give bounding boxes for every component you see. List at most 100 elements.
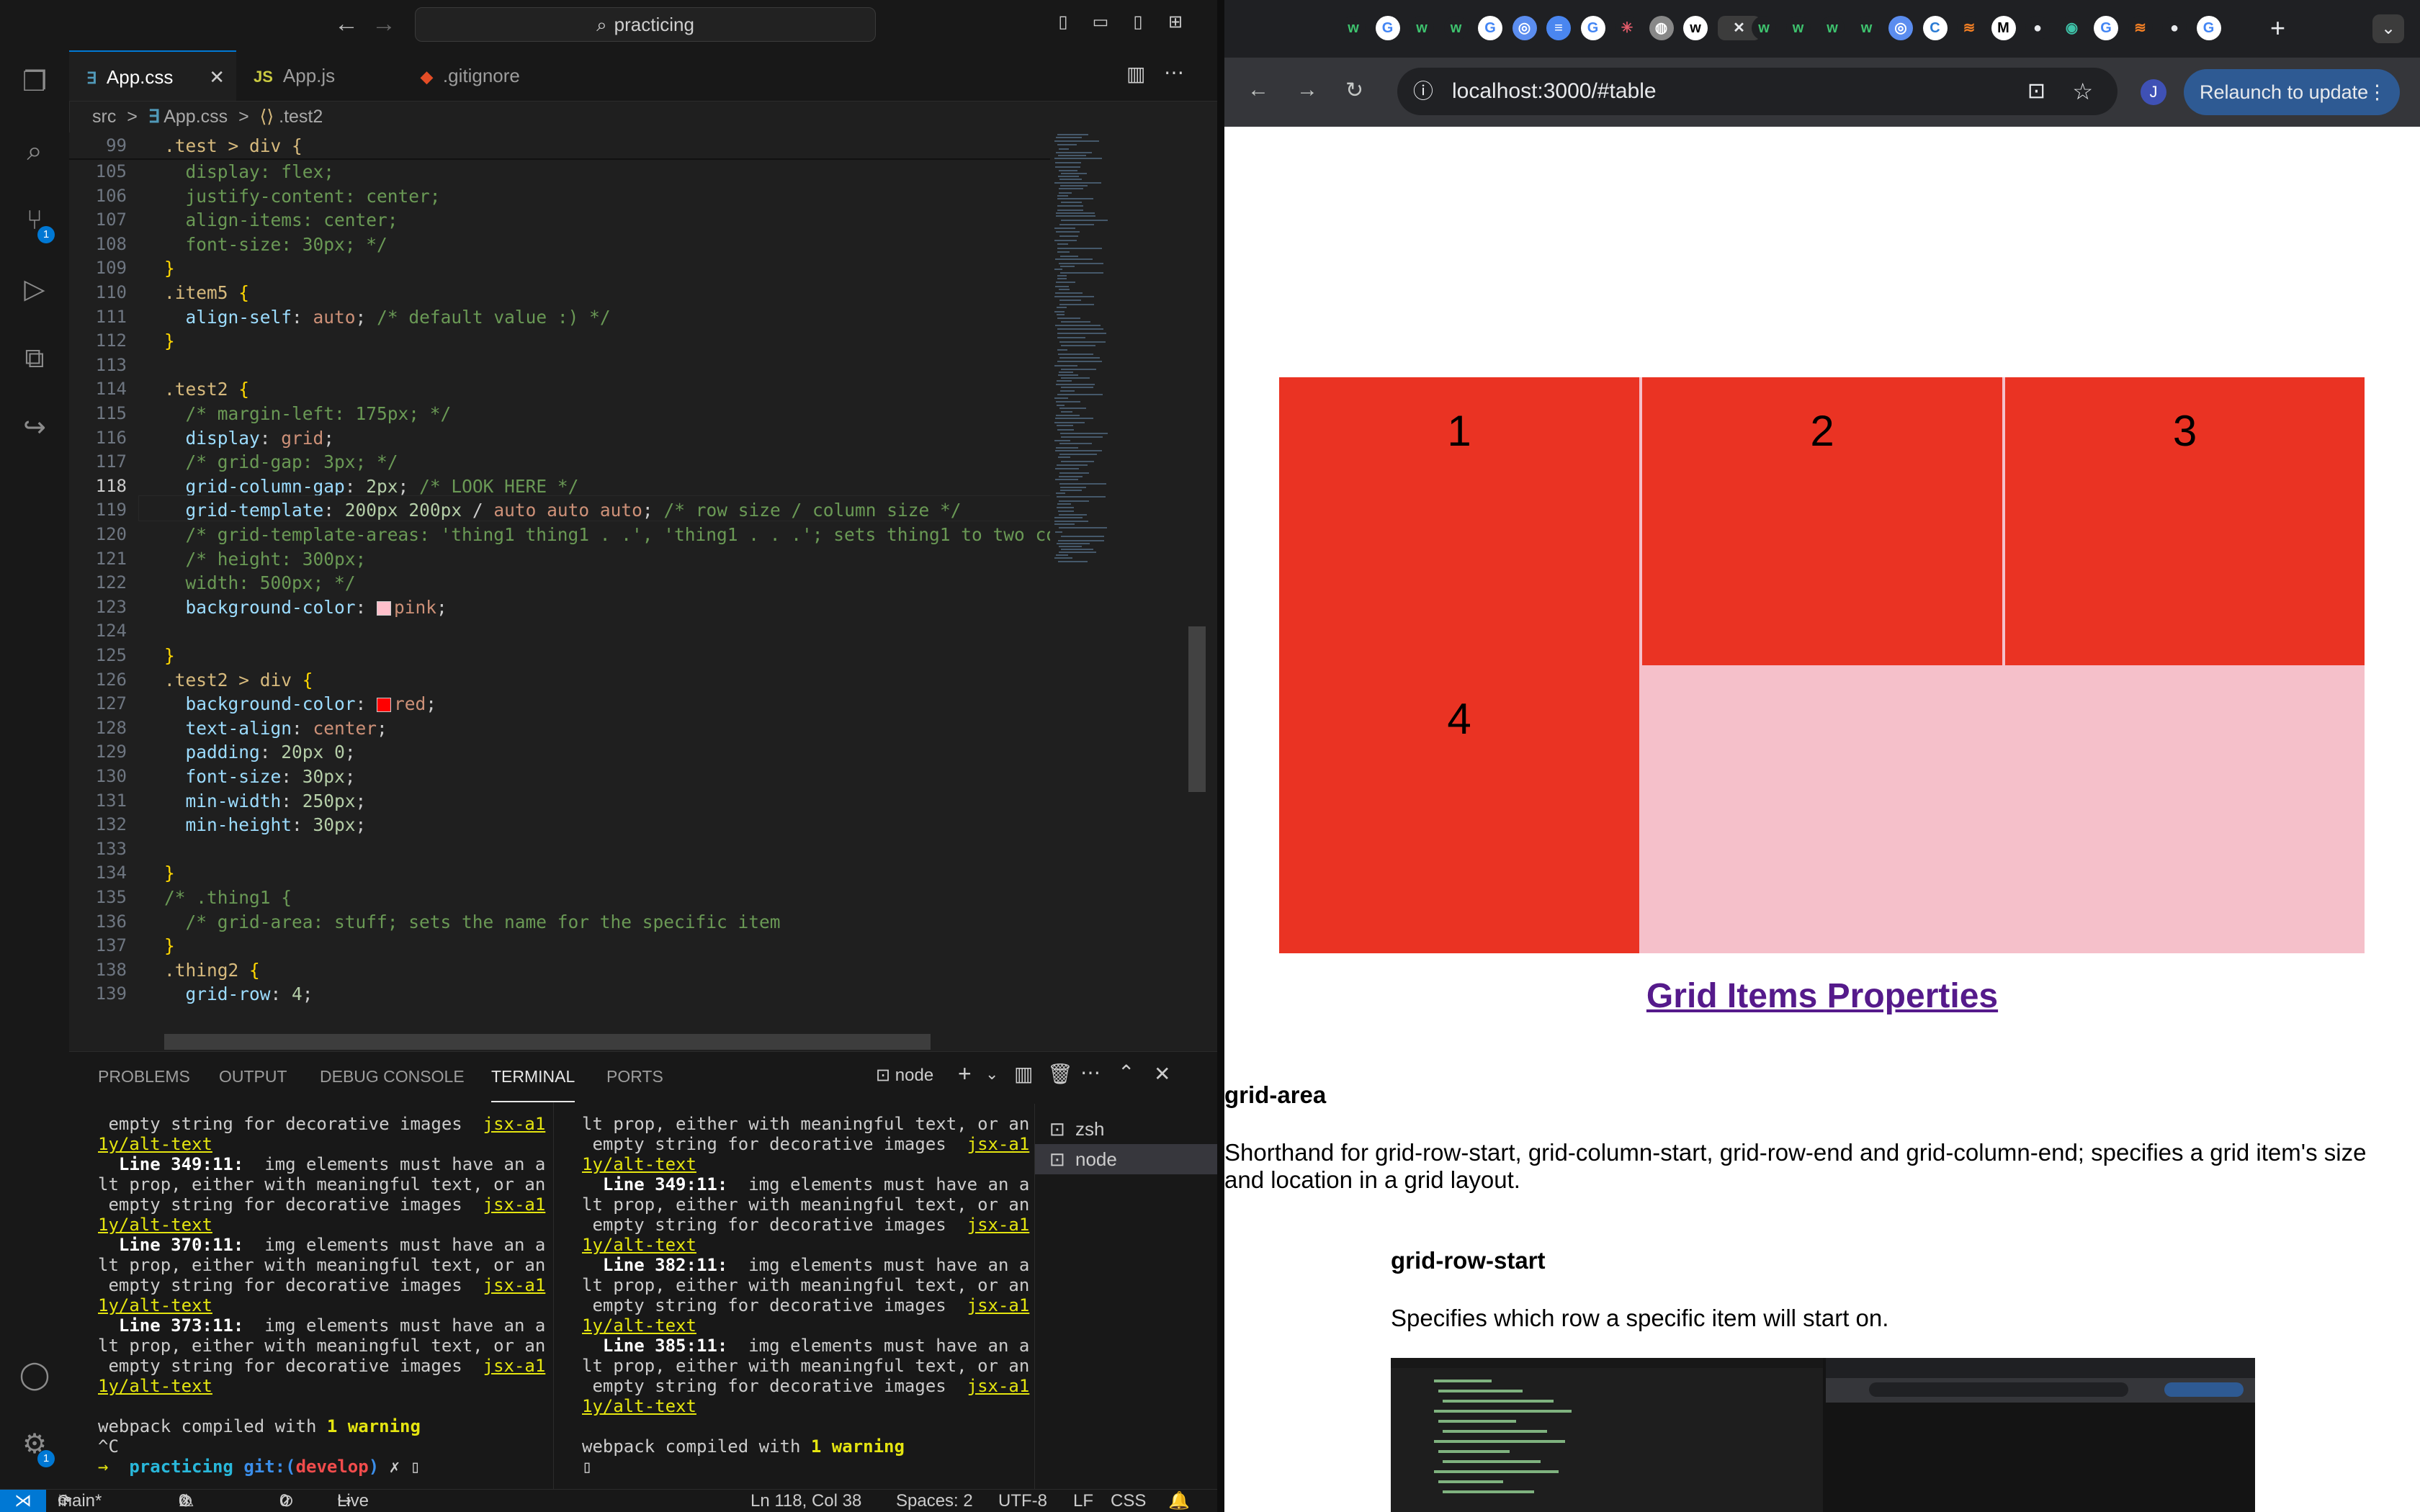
tab-favicon-globe[interactable]: ◍ — [1649, 16, 1674, 40]
terminal-pane-right[interactable]: lt prop, either with meaningful text, or… — [582, 1114, 1029, 1477]
breadcrumb-file[interactable]: App.css — [163, 107, 228, 127]
terminal-item-zsh[interactable]: ⊡ zsh — [1035, 1114, 1217, 1144]
back-arrow-icon[interactable]: ← — [334, 10, 359, 38]
tab-favicon-c[interactable]: C — [1922, 16, 1948, 40]
command-center-search[interactable]: ⌕ practicing — [415, 7, 876, 42]
encoding-status[interactable]: UTF-8 — [998, 1490, 1047, 1512]
horizontal-scrollbar[interactable] — [164, 1034, 931, 1050]
code-line: /* height: 300px; — [164, 548, 367, 570]
tab-favicon-medium[interactable]: M — [1991, 16, 2016, 40]
tab-favicon-w[interactable]: w — [1820, 16, 1845, 40]
split-editor-icon[interactable]: ▥ — [1126, 62, 1145, 86]
tab-favicon-stack[interactable]: ≋ — [1957, 16, 1981, 40]
tab-favicon-w[interactable]: w — [1785, 16, 1811, 40]
address-bar[interactable]: ⓘ localhost:3000/#table ⊡ ☆ — [1397, 68, 2118, 115]
minimap-line — [1056, 212, 1095, 214]
language-status[interactable]: CSS — [1111, 1490, 1146, 1512]
tab-favicon-w[interactable]: w — [1410, 16, 1434, 40]
line-number: 114 — [95, 379, 127, 400]
customize-layout-icon[interactable]: ⊞ — [1164, 12, 1187, 32]
sticky-scroll[interactable]: 99 .test > div { — [69, 132, 1050, 160]
tab-favicon-google[interactable]: G — [1580, 16, 1605, 40]
tab-favicon-circle[interactable]: ◎ — [1888, 16, 1913, 40]
new-terminal-icon[interactable]: + — [958, 1061, 972, 1087]
remote-icon[interactable]: ⋊ — [0, 1490, 46, 1512]
notifications-icon[interactable]: 🔔 — [1168, 1490, 1190, 1512]
tab-favicon-google[interactable]: G — [2196, 16, 2221, 40]
forward-arrow-icon[interactable]: → — [372, 10, 396, 38]
tab-favicon-w[interactable]: w — [1443, 16, 1469, 40]
terminal-profile[interactable]: ⊡ node — [876, 1065, 933, 1086]
terminal-item-node[interactable]: ⊡ node — [1035, 1144, 1217, 1174]
code-line: .item5 { — [164, 282, 250, 303]
pink-swatch[interactable] — [377, 600, 392, 616]
profile-avatar[interactable]: J — [2141, 79, 2166, 105]
tab-favicon-google[interactable]: G — [1375, 16, 1400, 40]
toggle-secondary-sidebar-icon[interactable]: ▯ — [1126, 12, 1150, 32]
breadcrumb-symbol[interactable]: .test2 — [279, 107, 323, 127]
install-app-icon[interactable]: ⊡ — [2027, 68, 2045, 115]
reload-icon[interactable]: ↻ — [1345, 78, 1363, 103]
tab-problems[interactable]: PROBLEMS — [98, 1052, 190, 1101]
trash-icon[interactable]: 🗑 — [1047, 1062, 1073, 1086]
extensions-icon[interactable]: ⧉ — [17, 341, 52, 376]
tab-search-icon[interactable]: ⌄ — [2372, 14, 2404, 43]
tab-favicon-w3[interactable]: w — [1683, 16, 1708, 40]
bookmark-star-icon[interactable]: ☆ — [2072, 68, 2093, 115]
tab-favicon-google[interactable]: G — [2094, 16, 2118, 40]
tab-gitignore[interactable]: ◆ .gitignore — [403, 50, 570, 101]
tab-favicon-github[interactable]: ● — [2162, 16, 2187, 40]
tab-ports[interactable]: PORTS — [606, 1052, 663, 1101]
more-actions-icon[interactable]: ⋯ — [1080, 1061, 1101, 1084]
explorer-icon[interactable]: ❐ — [17, 65, 52, 99]
tab-debug-console[interactable]: DEBUG CONSOLE — [320, 1052, 465, 1101]
tab-favicon-stack[interactable]: ≋ — [2128, 16, 2153, 40]
minimap-line — [1061, 345, 1095, 346]
indentation-status[interactable]: Spaces: 2 — [896, 1490, 973, 1512]
maximize-panel-icon[interactable]: ⌃ — [1118, 1061, 1134, 1084]
tab-favicon-github[interactable]: ● — [2025, 16, 2050, 40]
code-editor[interactable]: 99 .test > div { 105 106 107 108 109 110 111 11… — [69, 132, 1217, 1051]
toggle-panel-icon[interactable]: ▭ — [1089, 12, 1112, 32]
cursor-position[interactable]: Ln 118, Col 38 — [750, 1490, 861, 1512]
close-icon[interactable]: ✕ — [209, 52, 225, 102]
terminal-pane-left[interactable]: empty string for decorative images jsx-a… — [98, 1114, 545, 1477]
terminal-icon: ⊡ — [1049, 1118, 1065, 1140]
kebab-menu-icon[interactable]: ⋮ — [2367, 69, 2387, 115]
tab-favicon-docs[interactable]: ≡ — [1546, 16, 1571, 40]
account-icon[interactable]: ◯ — [17, 1358, 52, 1392]
tab-favicon-w[interactable]: w — [1854, 16, 1879, 40]
tab-app-css[interactable]: ∃ App.css ✕ — [69, 50, 236, 101]
red-swatch[interactable] — [377, 698, 392, 713]
eol-status[interactable]: LF — [1073, 1490, 1093, 1512]
section-title-link[interactable]: Grid Items Properties — [1224, 976, 2420, 1016]
breadcrumb-folder[interactable]: src — [92, 107, 116, 127]
chevron-down-icon[interactable]: ⌄ — [985, 1065, 998, 1084]
live-share-icon[interactable]: ↪ — [17, 410, 52, 445]
tab-favicon-w[interactable]: w — [1752, 16, 1776, 40]
more-actions-icon[interactable]: ⋯ — [1164, 60, 1184, 84]
minimap-line — [1061, 321, 1090, 323]
search-icon[interactable]: ⌕ — [17, 134, 52, 168]
relaunch-button[interactable]: Relaunch to update ⋮ — [2184, 69, 2400, 115]
forward-arrow-icon[interactable]: → — [1296, 78, 1318, 102]
tab-favicon-asterisk[interactable]: ✳ — [1615, 16, 1639, 40]
tab-favicon-circle[interactable]: ◎ — [1512, 16, 1537, 40]
git-file-icon: ◆ — [421, 68, 433, 86]
toggle-sidebar-icon[interactable]: ▯ — [1052, 12, 1075, 32]
tab-app-js[interactable]: JS App.js — [236, 50, 403, 101]
close-icon[interactable]: ✕ — [1154, 1062, 1170, 1086]
minimap[interactable] — [1050, 132, 1137, 1051]
tab-favicon-google[interactable]: G — [1478, 16, 1502, 40]
back-arrow-icon[interactable]: ← — [1247, 78, 1269, 102]
new-tab-icon[interactable]: + — [2270, 13, 2285, 43]
split-terminal-icon[interactable]: ▥ — [1014, 1062, 1033, 1086]
run-debug-icon[interactable]: ▷ — [17, 272, 52, 307]
tab-favicon-w[interactable]: w — [1341, 16, 1366, 40]
site-info-icon[interactable]: ⓘ — [1413, 68, 1433, 115]
tab-output[interactable]: OUTPUT — [219, 1052, 287, 1101]
vertical-scrollbar[interactable] — [1188, 626, 1206, 792]
tab-favicon-eye[interactable]: ◉ — [2059, 16, 2084, 40]
tab-terminal[interactable]: TERMINAL — [491, 1052, 575, 1102]
terminal-line: lt prop, either with meaningful text, or… — [98, 1255, 546, 1275]
